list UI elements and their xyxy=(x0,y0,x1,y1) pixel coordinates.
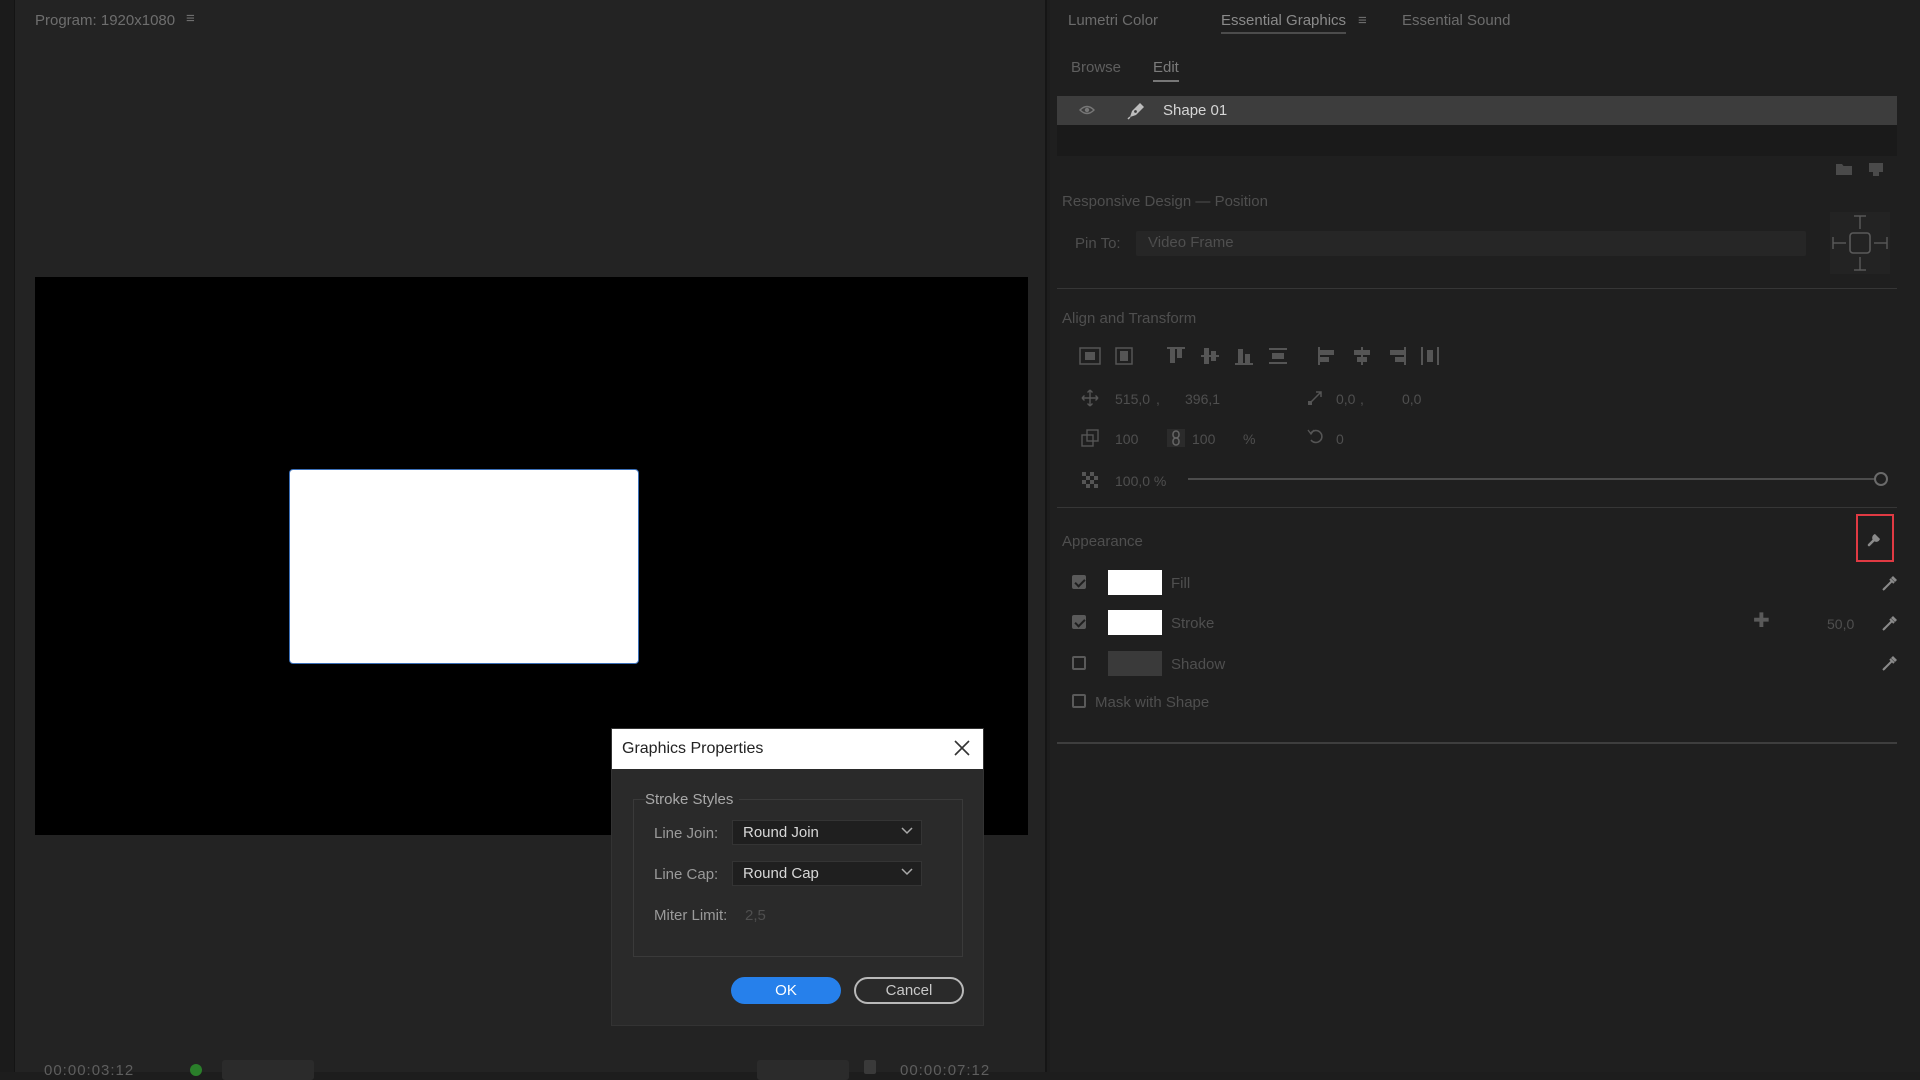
graphics-properties-dialog: Graphics Properties Stroke Styles Line J… xyxy=(612,729,983,1025)
align-middle-icon[interactable] xyxy=(1198,345,1222,367)
playhead-timecode[interactable]: 00:00:03:12 xyxy=(44,1062,134,1079)
mask-with-shape-label: Mask with Shape xyxy=(1095,694,1210,711)
rotation-value[interactable]: 0 xyxy=(1336,431,1344,447)
opacity-slider-track[interactable] xyxy=(1188,478,1878,480)
line-join-label: Line Join: xyxy=(654,825,719,842)
eyedropper-icon[interactable] xyxy=(1881,614,1899,632)
line-cap-select[interactable]: Round Cap xyxy=(732,861,922,886)
stroke-color-swatch[interactable] xyxy=(1108,610,1162,635)
layer-name[interactable]: Shape 01 xyxy=(1163,102,1227,119)
eye-icon[interactable] xyxy=(1079,104,1095,116)
line-join-select[interactable]: Round Join xyxy=(732,820,922,845)
chevron-down-icon xyxy=(901,827,913,835)
dialog-titlebar[interactable]: Graphics Properties xyxy=(612,729,983,769)
fill-color-swatch[interactable] xyxy=(1108,570,1162,595)
stroke-width-value[interactable]: 50,0 xyxy=(1827,616,1854,632)
anchor-comma: , xyxy=(1360,391,1364,407)
pin-widget-icon[interactable] xyxy=(1830,212,1890,274)
align-center-icon[interactable] xyxy=(1350,345,1374,367)
fill-label: Fill xyxy=(1171,575,1191,592)
miter-limit-label: Miter Limit: xyxy=(654,907,728,924)
anchor-y-value[interactable]: 0,0 xyxy=(1402,391,1421,407)
opacity-value[interactable]: 100,0 % xyxy=(1115,473,1166,489)
align-left-icon[interactable] xyxy=(1316,345,1340,367)
left-edge-panel xyxy=(0,0,15,1072)
add-stroke-icon[interactable]: ✚ xyxy=(1753,608,1770,633)
stroke-styles-legend: Stroke Styles xyxy=(645,791,740,808)
align-horizontal-center-frame-icon[interactable] xyxy=(1112,345,1136,367)
dialog-title: Graphics Properties xyxy=(622,740,764,757)
layer-row-shape[interactable]: Shape 01 xyxy=(1057,96,1897,125)
cancel-button[interactable]: Cancel xyxy=(854,977,964,1004)
resolution-select[interactable] xyxy=(757,1060,849,1080)
anchor-point-icon xyxy=(1308,391,1322,405)
section-divider xyxy=(1057,288,1897,289)
scale-height-value[interactable]: 100 xyxy=(1192,431,1215,447)
zoom-level-select[interactable] xyxy=(222,1060,314,1080)
scale-unit: % xyxy=(1243,431,1256,447)
scale-icon xyxy=(1081,429,1099,447)
align-vertical-center-frame-icon[interactable] xyxy=(1078,345,1102,367)
tab-lumetri-color[interactable]: Lumetri Color xyxy=(1068,12,1158,29)
align-bottom-icon[interactable] xyxy=(1232,345,1256,367)
responsive-design-title: Responsive Design — Position xyxy=(1062,193,1268,210)
subtab-browse[interactable]: Browse xyxy=(1071,59,1121,76)
distribute-horizontal-icon[interactable] xyxy=(1418,345,1442,367)
line-cap-label: Line Cap: xyxy=(654,866,719,883)
rotation-icon xyxy=(1307,429,1323,444)
align-transform-title: Align and Transform xyxy=(1062,310,1197,327)
ok-button[interactable]: OK xyxy=(731,977,841,1004)
folder-icon[interactable] xyxy=(1836,162,1852,175)
tab-essential-sound[interactable]: Essential Sound xyxy=(1402,12,1510,29)
scale-width-value[interactable]: 100 xyxy=(1115,431,1138,447)
eyedropper-icon[interactable] xyxy=(1881,574,1899,592)
graphics-properties-button[interactable] xyxy=(1856,514,1894,562)
chevron-down-icon xyxy=(901,868,913,876)
align-right-icon[interactable] xyxy=(1384,345,1408,367)
line-cap-value: Round Cap xyxy=(743,865,819,882)
new-layer-icon[interactable] xyxy=(1868,162,1884,176)
panel-menu-icon[interactable]: ≡ xyxy=(1358,12,1367,29)
position-y-value[interactable]: 396,1 xyxy=(1185,391,1220,407)
wrench-icon xyxy=(1867,534,1880,547)
opacity-slider-handle[interactable] xyxy=(1874,472,1888,486)
shadow-checkbox[interactable] xyxy=(1072,656,1086,670)
stroke-checkbox[interactable] xyxy=(1072,615,1086,629)
close-icon[interactable] xyxy=(953,739,971,757)
position-comma: , xyxy=(1156,391,1160,407)
distribute-vertical-icon[interactable] xyxy=(1266,345,1290,367)
align-top-icon[interactable] xyxy=(1164,345,1188,367)
shadow-color-swatch[interactable] xyxy=(1108,651,1162,676)
stroke-label: Stroke xyxy=(1171,615,1215,632)
shadow-label: Shadow xyxy=(1171,656,1226,673)
section-divider xyxy=(1057,742,1897,744)
program-menu-icon[interactable]: ≡ xyxy=(186,10,195,27)
pin-to-label: Pin To: xyxy=(1075,235,1121,252)
position-x-value[interactable]: 515,0 xyxy=(1115,391,1150,407)
tab-essential-graphics[interactable]: Essential Graphics xyxy=(1221,12,1347,34)
opacity-checker-icon xyxy=(1082,472,1098,488)
anchor-x-value[interactable]: 0,0 xyxy=(1336,391,1355,407)
position-move-icon xyxy=(1081,389,1099,407)
eyedropper-icon[interactable] xyxy=(1881,654,1899,672)
status-dot xyxy=(190,1064,202,1076)
line-join-value: Round Join xyxy=(743,824,819,841)
appearance-title: Appearance xyxy=(1062,533,1143,550)
miter-limit-value: 2,5 xyxy=(745,907,766,924)
link-chain-icon[interactable] xyxy=(1167,429,1185,447)
pen-tool-icon xyxy=(1127,103,1144,120)
shape-rectangle[interactable] xyxy=(289,469,639,664)
panel-tabs: Lumetri Color Essential Graphics ≡ Essen… xyxy=(1050,0,1920,40)
essential-graphics-panel: Lumetri Color Essential Graphics ≡ Essen… xyxy=(1050,0,1920,1072)
mask-with-shape-checkbox[interactable] xyxy=(1072,694,1086,708)
program-title[interactable]: Program: 1920x1080 xyxy=(35,12,175,29)
duration-timecode: 00:00:07:12 xyxy=(900,1062,991,1079)
subtab-edit[interactable]: Edit xyxy=(1153,59,1179,82)
pin-to-select[interactable]: Video Frame ⌄ xyxy=(1136,231,1806,256)
fill-checkbox[interactable] xyxy=(1072,575,1086,589)
chevron-down-icon: ⌄ xyxy=(1148,235,1159,249)
section-divider xyxy=(1057,507,1897,508)
